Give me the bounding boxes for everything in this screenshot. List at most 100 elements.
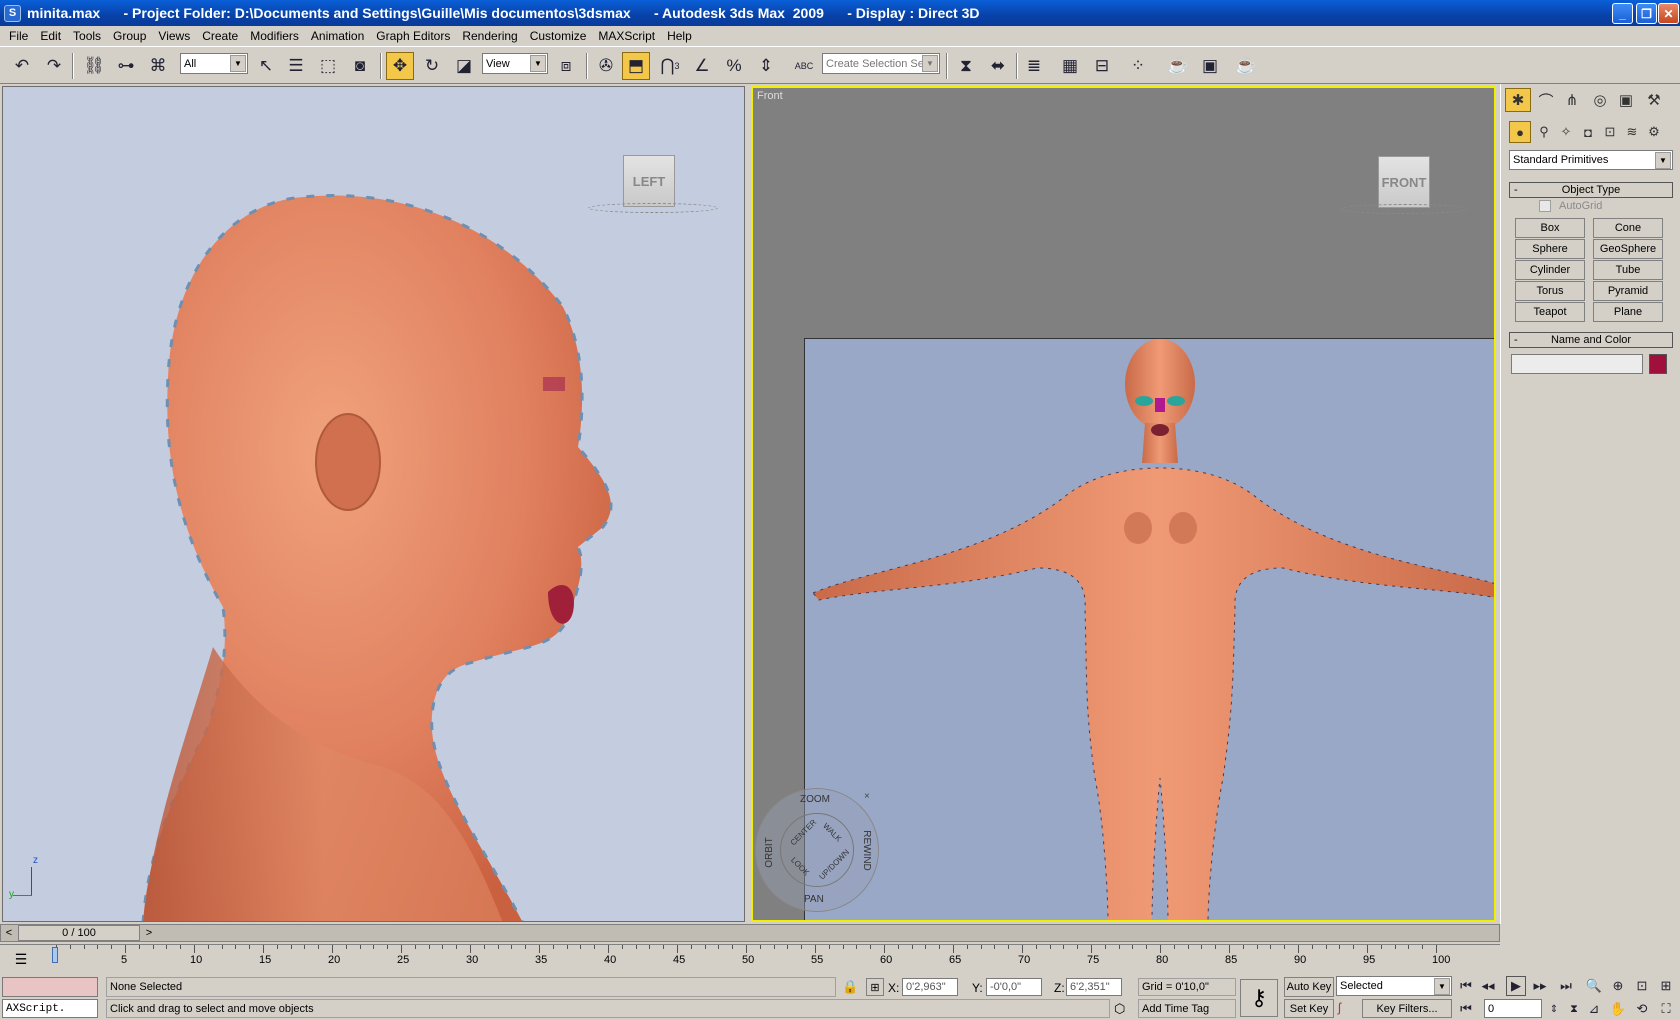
menu-group[interactable]: Group bbox=[108, 29, 151, 43]
viewcube-left[interactable]: LEFT bbox=[623, 155, 675, 207]
wheel-pan[interactable]: PAN bbox=[804, 894, 824, 905]
pan-view-hand-icon[interactable]: ✋ bbox=[1608, 999, 1628, 1019]
select-object-icon[interactable]: ↖ bbox=[252, 52, 280, 80]
close-button[interactable]: ✕ bbox=[1658, 3, 1679, 24]
quick-render-teapot-icon[interactable]: ☕ bbox=[1232, 52, 1260, 80]
redo-icon[interactable]: ↷ bbox=[40, 52, 68, 80]
object-color-swatch[interactable] bbox=[1649, 354, 1667, 374]
pyramid-button[interactable]: Pyramid bbox=[1593, 281, 1663, 301]
wheel-zoom[interactable]: ZOOM bbox=[800, 794, 830, 805]
go-to-end-icon[interactable]: ⏭ bbox=[1556, 976, 1576, 996]
z-coordinate-field[interactable]: 6'2,351" bbox=[1066, 978, 1122, 996]
auto-key-button[interactable]: Auto Key bbox=[1284, 977, 1334, 997]
systems-category-icon[interactable]: ⚙ bbox=[1643, 121, 1665, 143]
cone-button[interactable]: Cone bbox=[1593, 218, 1663, 238]
current-frame-marker[interactable] bbox=[52, 947, 58, 963]
torus-button[interactable]: Torus bbox=[1515, 281, 1585, 301]
select-and-link-icon[interactable]: ⛓ bbox=[80, 52, 108, 80]
minimize-button[interactable]: _ bbox=[1612, 3, 1633, 24]
y-coordinate-field[interactable]: -0'0,0" bbox=[986, 978, 1042, 996]
wheel-close-icon[interactable]: × bbox=[864, 791, 870, 802]
curve-editor-icon[interactable]: ▦ bbox=[1056, 52, 1084, 80]
default-in-out-tangents-icon[interactable]: ʃ bbox=[1338, 1000, 1341, 1015]
percent-snap-icon[interactable]: % bbox=[720, 52, 748, 80]
select-and-scale-icon[interactable]: ◪ bbox=[450, 52, 478, 80]
zoom-extents-icon[interactable]: ⊡ bbox=[1632, 976, 1652, 996]
name-and-color-rollout-header[interactable]: - Name and Color bbox=[1509, 332, 1673, 348]
track-bar[interactable]: ☰ 05101520253035404550556065707580859095… bbox=[0, 944, 1500, 974]
window-crossing-icon[interactable]: ◙ bbox=[346, 52, 374, 80]
frame-counter-thumb[interactable]: 0 / 100 bbox=[18, 925, 140, 941]
maximize-button[interactable]: ❐ bbox=[1636, 3, 1657, 24]
x-coordinate-field[interactable]: 0'2,963" bbox=[902, 978, 958, 996]
time-configuration-icon[interactable]: ⧗ bbox=[1564, 999, 1584, 1019]
motion-tab-icon[interactable]: ◎ bbox=[1587, 88, 1613, 112]
current-frame-field[interactable]: 0 bbox=[1484, 999, 1542, 1018]
select-and-rotate-icon[interactable]: ↻ bbox=[418, 52, 446, 80]
set-keys-key-icon[interactable]: ⚷ bbox=[1240, 979, 1278, 1017]
reference-coordinate-dropdown[interactable]: View ▼ bbox=[482, 53, 548, 74]
spinner-snap-icon[interactable]: ⇕ bbox=[752, 52, 780, 80]
menu-help[interactable]: Help bbox=[662, 29, 697, 43]
menu-rendering[interactable]: Rendering bbox=[457, 29, 522, 43]
object-type-rollout-header[interactable]: - Object Type bbox=[1509, 182, 1673, 198]
keyboard-shortcut-override-icon[interactable]: ⬒ bbox=[622, 52, 650, 80]
manipulate-icon[interactable]: ✇ bbox=[592, 52, 620, 80]
menu-graph-editors[interactable]: Graph Editors bbox=[371, 29, 455, 43]
rectangular-selection-icon[interactable]: ⬚ bbox=[314, 52, 342, 80]
object-name-field[interactable] bbox=[1511, 354, 1643, 374]
cylinder-button[interactable]: Cylinder bbox=[1515, 260, 1585, 280]
display-tab-icon[interactable]: ▣ bbox=[1613, 88, 1639, 112]
snaps-toggle-icon[interactable]: ⋂ 3 bbox=[656, 52, 684, 80]
menu-animation[interactable]: Animation bbox=[306, 29, 369, 43]
frame-spinner-icon[interactable]: ⇕ bbox=[1544, 999, 1564, 1019]
select-and-move-icon[interactable]: ✥ bbox=[386, 52, 414, 80]
viewport-left[interactable]: LEFT z y bbox=[2, 86, 745, 922]
hierarchy-tab-icon[interactable]: ⋔ bbox=[1559, 88, 1585, 112]
mirror-icon[interactable]: ⧗ bbox=[952, 52, 980, 80]
tube-button[interactable]: Tube bbox=[1593, 260, 1663, 280]
select-by-name-icon[interactable]: ☰ bbox=[282, 52, 310, 80]
space-warps-category-icon[interactable]: ≋ bbox=[1621, 121, 1643, 143]
open-mini-curve-editor-icon[interactable]: ☰ bbox=[10, 949, 32, 969]
menu-modifiers[interactable]: Modifiers bbox=[245, 29, 304, 43]
wheel-center[interactable]: CENTER bbox=[789, 818, 819, 848]
wheel-up-down[interactable]: UP/DOWN bbox=[817, 848, 851, 882]
viewport-front[interactable]: Front FRONT ZOOM ORBIT REWIND PAN CENTER… bbox=[751, 86, 1496, 922]
render-setup-icon[interactable]: ☕ bbox=[1164, 52, 1192, 80]
geosphere-button[interactable]: GeoSphere bbox=[1593, 239, 1663, 259]
primitive-category-dropdown[interactable]: Standard Primitives ▼ bbox=[1509, 150, 1673, 170]
menu-customize[interactable]: Customize bbox=[525, 29, 592, 43]
maxscript-mini-listener-top[interactable] bbox=[2, 977, 98, 997]
layer-manager-icon[interactable]: ≣ bbox=[1020, 52, 1048, 80]
schematic-view-icon[interactable]: ⊟ bbox=[1088, 52, 1116, 80]
create-tab-icon[interactable]: ✱ bbox=[1505, 88, 1531, 112]
time-slider-prev-button[interactable]: < bbox=[2, 925, 16, 941]
maxscript-mini-listener[interactable]: AXScript. bbox=[2, 999, 98, 1018]
menu-views[interactable]: Views bbox=[153, 29, 195, 43]
play-icon[interactable]: ▶ bbox=[1506, 976, 1526, 996]
box-button[interactable]: Box bbox=[1515, 218, 1585, 238]
add-time-tag-button[interactable]: Add Time Tag bbox=[1138, 999, 1236, 1018]
go-to-start-icon[interactable]: ⏮ bbox=[1456, 976, 1476, 996]
selection-lock-icon[interactable]: 🔒 bbox=[842, 979, 858, 995]
lights-category-icon[interactable]: ✧ bbox=[1555, 121, 1577, 143]
previous-frame-icon[interactable]: ◂◂ bbox=[1478, 976, 1498, 996]
edit-named-selection-icon[interactable]: ABC bbox=[790, 52, 818, 80]
align-icon[interactable]: ⬌ bbox=[984, 52, 1012, 80]
next-frame-icon[interactable]: ▸▸ bbox=[1530, 976, 1550, 996]
viewcube-ring[interactable] bbox=[588, 203, 718, 213]
geometry-category-icon[interactable]: ● bbox=[1509, 121, 1531, 143]
material-editor-icon[interactable]: ⁘ bbox=[1124, 52, 1152, 80]
wheel-orbit[interactable]: ORBIT bbox=[764, 837, 775, 868]
wheel-look[interactable]: LOOK bbox=[789, 855, 811, 877]
wheel-walk[interactable]: WALK bbox=[821, 821, 843, 843]
menu-file[interactable]: File bbox=[4, 29, 33, 43]
autogrid-checkbox[interactable]: AutoGrid bbox=[1539, 200, 1602, 212]
unlink-selection-icon[interactable]: ⊶ bbox=[112, 52, 140, 80]
selection-filter-dropdown[interactable]: All ▼ bbox=[180, 53, 248, 74]
time-slider[interactable]: < 0 / 100 > bbox=[0, 924, 1500, 942]
navigation-wheel[interactable]: ZOOM ORBIT REWIND PAN CENTER WALK LOOK U… bbox=[755, 788, 879, 912]
zoom-icon[interactable]: 🔍 bbox=[1584, 976, 1604, 996]
sphere-button[interactable]: Sphere bbox=[1515, 239, 1585, 259]
